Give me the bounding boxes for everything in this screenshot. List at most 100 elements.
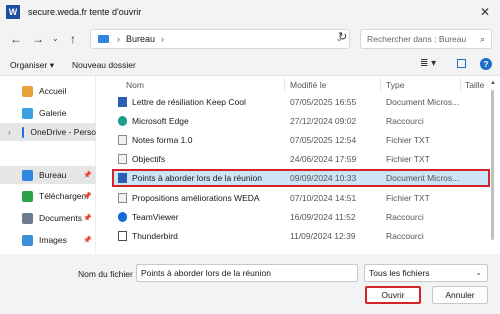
sidebar-item-accueil[interactable]: Accueil — [0, 82, 96, 100]
file-modified: 27/12/2024 09:02 — [290, 116, 357, 126]
open-button[interactable]: Ouvrir — [365, 286, 421, 304]
file-type: Document Micros... — [386, 173, 460, 183]
gallery-icon — [22, 107, 33, 119]
file-modified: 07/05/2025 16:55 — [290, 97, 357, 107]
file-modified: 16/09/2024 11:52 — [290, 212, 356, 222]
refresh-icon[interactable]: ↻ — [338, 30, 347, 43]
file-name: Lettre de résiliation Keep Cool — [132, 97, 246, 107]
search-icon: ⌕ — [479, 33, 485, 44]
download-icon — [22, 190, 33, 202]
file-type: Document Micros... — [386, 97, 460, 107]
file-name: Thunderbird — [132, 231, 178, 241]
filetype-value: Tous les fichiers — [369, 268, 430, 278]
sidebar-item-telechargements[interactable]: Téléchargem 📌 — [0, 187, 96, 205]
file-row-selected[interactable]: Points à aborder lors de la réunion 09/0… — [112, 169, 490, 187]
sidebar-item-label: Documents — [39, 213, 82, 223]
organize-label: Organiser — [10, 60, 48, 70]
pin-icon: 📌 — [83, 215, 92, 222]
filetype-select[interactable]: Tous les fichiers ⌄ — [364, 264, 488, 282]
address-bar[interactable]: › Bureau › ⌄ — [90, 29, 350, 49]
file-row[interactable]: TeamViewer 16/09/2024 11:52 Raccourci — [112, 208, 490, 226]
organize-menu-button[interactable]: Organiser ▾ — [10, 60, 54, 71]
sidebar-item-label: Bureau — [39, 170, 67, 180]
chevron-right-icon: › — [161, 34, 165, 44]
file-row[interactable]: Lettre de résiliation Keep Cool 07/05/20… — [112, 93, 490, 111]
file-name: Microsoft Edge — [132, 116, 189, 126]
teamviewer-icon — [118, 212, 127, 222]
file-type: Fichier TXT — [386, 193, 430, 203]
file-type: Raccourci — [386, 116, 424, 126]
column-header-name[interactable]: Nom — [126, 80, 144, 90]
window-title: secure.weda.fr tente d'ouvrir — [28, 7, 142, 17]
dialog-footer: Nom du fichier : Points à aborder lors d… — [0, 254, 500, 314]
search-input[interactable]: Rechercher dans : Bureau ⌕ — [360, 29, 492, 49]
file-name: Propositions améliorations WEDA — [132, 193, 260, 203]
word-document-icon — [118, 97, 127, 107]
sidebar-item-label: OneDrive - Perso — [30, 127, 96, 137]
file-modified: 09/09/2024 10:33 — [290, 173, 357, 183]
file-name: Points à aborder lors de la réunion — [132, 173, 262, 183]
view-options-icon[interactable]: ≣ ▾ — [420, 58, 436, 69]
cancel-button[interactable]: Annuler — [432, 286, 488, 304]
column-divider[interactable] — [460, 78, 461, 92]
file-row[interactable]: Microsoft Edge 27/12/2024 09:02 Raccourc… — [112, 112, 490, 130]
chevron-down-icon: ⌄ — [475, 268, 482, 277]
file-row[interactable]: Propositions améliorations WEDA 07/10/20… — [112, 189, 490, 207]
sidebar-item-onedrive[interactable]: › OneDrive - Perso — [0, 123, 96, 141]
text-file-icon — [118, 154, 127, 164]
filename-input[interactable]: Points à aborder lors de la réunion — [136, 264, 358, 282]
recent-dropdown-icon[interactable]: ⌄ — [52, 34, 59, 43]
back-arrow-icon[interactable]: ← — [10, 32, 22, 46]
file-name: Notes forma 1.0 — [132, 135, 193, 145]
help-icon[interactable]: ? — [480, 58, 492, 70]
word-document-icon — [118, 173, 127, 183]
sidebar-item-galerie[interactable]: Galerie — [0, 104, 96, 122]
text-file-icon — [118, 193, 127, 203]
file-modified: 07/10/2024 14:51 — [290, 193, 357, 203]
file-type: Raccourci — [386, 212, 424, 222]
desktop-icon — [22, 169, 33, 181]
documents-icon — [22, 212, 33, 224]
scroll-up-arrow-icon[interactable]: ▲ — [490, 80, 496, 86]
file-row[interactable]: Objectifs 24/06/2024 17:59 Fichier TXT — [112, 150, 490, 168]
images-icon — [22, 234, 33, 246]
sidebar-item-label: Galerie — [39, 108, 67, 118]
close-icon[interactable]: ✕ — [480, 5, 490, 19]
sidebar-item-label: Accueil — [39, 86, 67, 96]
text-file-icon — [118, 135, 127, 145]
home-icon — [22, 85, 33, 97]
address-location: Bureau — [126, 34, 156, 44]
file-type: Fichier TXT — [386, 135, 430, 145]
file-modified: 11/09/2024 12:39 — [290, 231, 356, 241]
column-header-size[interactable]: Taille — [465, 80, 484, 90]
column-divider[interactable] — [380, 78, 381, 92]
pin-icon: 📌 — [83, 193, 92, 200]
sidebar-item-label: Téléchargem — [39, 191, 89, 201]
thunderbird-icon — [118, 231, 127, 241]
forward-arrow-icon[interactable]: → — [32, 32, 44, 46]
chevron-right-icon: › — [117, 34, 120, 44]
new-folder-button[interactable]: Nouveau dossier — [72, 60, 136, 70]
preview-pane-icon[interactable] — [457, 59, 466, 68]
desktop-folder-icon — [98, 35, 109, 43]
search-placeholder: Rechercher dans : Bureau — [367, 34, 467, 44]
column-header-modified[interactable]: Modifié le — [290, 80, 326, 90]
column-header-type[interactable]: Type — [386, 80, 404, 90]
sidebar-item-images[interactable]: Images 📌 — [0, 231, 96, 249]
file-name: TeamViewer — [132, 212, 179, 222]
pin-icon: 📌 — [83, 237, 92, 244]
chevron-right-icon[interactable]: › — [8, 128, 11, 137]
file-row[interactable]: Thunderbird 11/09/2024 12:39 Raccourci — [112, 227, 490, 245]
file-name: Objectifs — [132, 154, 166, 164]
file-modified: 24/06/2024 17:59 — [290, 154, 357, 164]
sidebar-item-bureau[interactable]: Bureau 📌 — [0, 166, 96, 184]
up-arrow-icon[interactable]: ↑ — [70, 32, 76, 46]
navigation-pane: Accueil Galerie › OneDrive - Perso Burea… — [0, 76, 96, 254]
sidebar-item-documents[interactable]: Documents 📌 — [0, 209, 96, 227]
app-logo-icon: W — [6, 5, 20, 19]
title-bar: W secure.weda.fr tente d'ouvrir ✕ — [0, 0, 500, 24]
file-modified: 07/05/2025 12:54 — [290, 135, 357, 145]
scrollbar-thumb[interactable] — [491, 90, 494, 240]
column-divider[interactable] — [284, 78, 285, 92]
file-row[interactable]: Notes forma 1.0 07/05/2025 12:54 Fichier… — [112, 131, 490, 149]
